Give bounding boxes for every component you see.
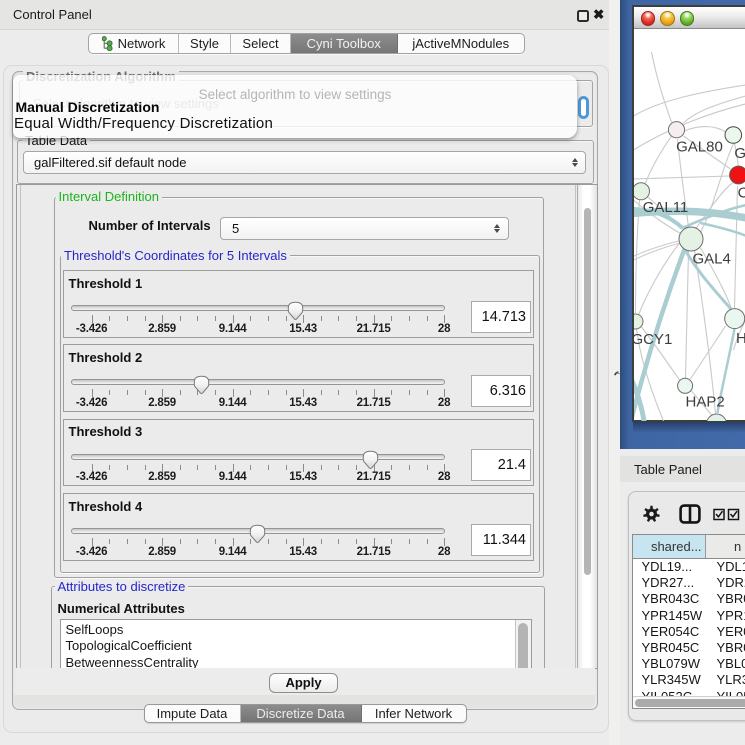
svg-text:GAL11: GAL11 [642, 199, 688, 216]
svg-text:GAL...: GAL... [734, 145, 745, 162]
svg-text:H: H [736, 330, 745, 347]
svg-text:GAL80: GAL80 [676, 139, 723, 156]
svg-text:GAL4: GAL4 [692, 251, 730, 268]
svg-text:HAP2: HAP2 [685, 394, 724, 411]
svg-text:CY: CY [737, 185, 745, 202]
svg-text:GCY1: GCY1 [634, 331, 672, 348]
